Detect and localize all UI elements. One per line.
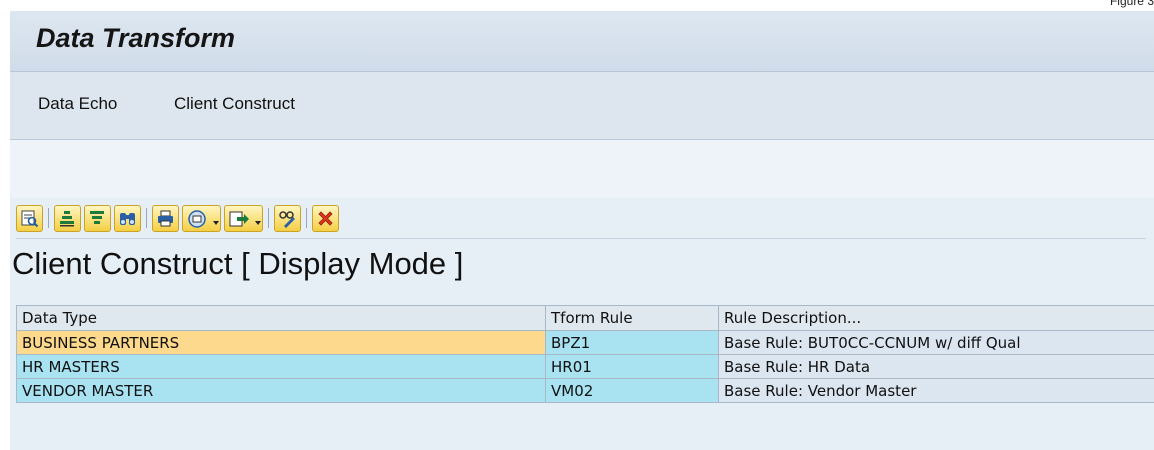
data-type-cell[interactable]: BUSINESS PARTNERS xyxy=(16,330,546,355)
spacer-area xyxy=(10,140,1154,198)
toolbar-divider xyxy=(16,238,1146,239)
table-row[interactable]: VENDOR MASTER VM02 Base Rule: Vendor Mas… xyxy=(16,378,1154,403)
menu-item-data-echo[interactable]: Data Echo xyxy=(38,94,117,114)
filter-button[interactable] xyxy=(84,204,111,232)
print-button[interactable] xyxy=(152,204,179,232)
tform-rule-cell[interactable]: HR01 xyxy=(545,354,719,379)
export-menu-icon xyxy=(229,211,261,226)
layout-menu-icon xyxy=(188,209,219,228)
delete-button[interactable] xyxy=(312,204,339,232)
display-change-icon xyxy=(279,210,295,228)
table-row[interactable]: BUSINESS PARTNERS BPZ1 Base Rule: BUT0CC… xyxy=(16,330,1154,355)
export-button[interactable] xyxy=(224,204,263,232)
delete-icon xyxy=(318,210,333,226)
change-layout-button[interactable] xyxy=(182,204,221,232)
details-button[interactable] xyxy=(16,204,43,232)
app-title: Data Transform xyxy=(36,23,236,53)
table-row[interactable]: HR MASTERS HR01 Base Rule: HR Data xyxy=(16,354,1154,379)
toolbar-separator xyxy=(306,208,307,228)
rules-table: Data Type Tform Rule Rule Description...… xyxy=(16,305,1154,403)
toolbar-separator xyxy=(48,208,49,228)
sort-ascending-icon xyxy=(60,210,74,226)
column-header-tform-rule[interactable]: Tform Rule xyxy=(545,305,719,331)
data-type-cell[interactable]: HR MASTERS xyxy=(16,354,546,379)
toolbar-separator xyxy=(146,208,147,228)
print-icon xyxy=(158,210,173,226)
column-header-data-type[interactable]: Data Type xyxy=(16,305,546,331)
sort-ascending-button[interactable] xyxy=(54,204,81,232)
display-change-button[interactable] xyxy=(274,204,301,232)
rule-description-cell[interactable]: Base Rule: HR Data xyxy=(718,354,1154,379)
data-type-cell[interactable]: VENDOR MASTER xyxy=(16,378,546,403)
table-header-row: Data Type Tform Rule Rule Description... xyxy=(16,305,1154,331)
column-header-rule-description[interactable]: Rule Description... xyxy=(718,305,1154,331)
rule-description-cell[interactable]: Base Rule: BUT0CC-CCNUM w/ diff Qual xyxy=(718,330,1154,355)
rule-description-cell[interactable]: Base Rule: Vendor Master xyxy=(718,378,1154,403)
alv-panel: Client Construct [ Display Mode ] Data T… xyxy=(10,198,1154,450)
figure-label: Figure 3 xyxy=(1109,0,1154,8)
title-bar: Data Transform xyxy=(10,11,1154,72)
screen-title: Client Construct [ Display Mode ] xyxy=(12,246,464,281)
toolbar-separator xyxy=(268,208,269,228)
details-icon xyxy=(21,210,39,227)
find-button[interactable] xyxy=(114,204,141,232)
filter-icon xyxy=(90,210,104,224)
find-icon xyxy=(120,212,135,225)
tform-rule-cell[interactable]: VM02 xyxy=(545,378,719,403)
alv-toolbar xyxy=(16,203,342,233)
menu-bar: Data Echo Client Construct xyxy=(10,72,1154,140)
menu-item-client-construct[interactable]: Client Construct xyxy=(174,94,295,114)
tform-rule-cell[interactable]: BPZ1 xyxy=(545,330,719,355)
